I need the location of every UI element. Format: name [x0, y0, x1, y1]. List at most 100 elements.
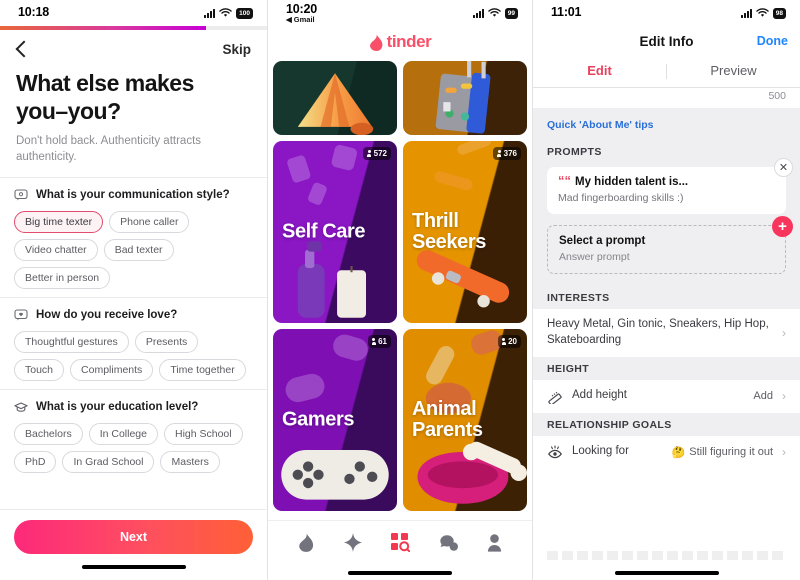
tab-edit[interactable]: Edit [533, 56, 666, 87]
section-header-prompts: PROMPTS [533, 140, 800, 163]
option-chip[interactable]: PhD [14, 451, 57, 474]
status-left-2: 10:20 ◀ Gmail [286, 1, 317, 24]
member-count-value: 61 [378, 337, 387, 346]
onboarding-header: What else makes you–you? Don't hold back… [0, 68, 267, 165]
explore-card[interactable]: Self Care 572 [273, 141, 397, 323]
status-right-2: 99 [472, 7, 518, 19]
tab-list [268, 530, 532, 560]
explore-card-label: Thrill Seekers [412, 210, 486, 253]
back-app-name: Gmail [293, 14, 315, 24]
chevron-right-icon: › [782, 445, 786, 460]
question-header: What is your education level? [14, 400, 253, 414]
wifi-icon [756, 8, 769, 17]
explore-card[interactable] [273, 61, 397, 135]
done-button[interactable]: Done [757, 34, 788, 48]
tab-chat-bubbles[interactable] [439, 534, 458, 557]
edit-info-nav: Edit Info Done [533, 26, 800, 56]
explore-card-member-count: 20 [497, 335, 521, 348]
plus-circle-icon[interactable]: + [772, 216, 793, 237]
signal-bars-icon [472, 8, 484, 18]
question-header: How do you receive love? [14, 308, 253, 322]
back-chevron-icon[interactable] [16, 40, 27, 58]
back-to-app-label[interactable]: ◀ Gmail [286, 14, 317, 24]
about-me-tips-link[interactable]: Quick 'About Me' tips [547, 119, 654, 131]
option-chip[interactable]: High School [163, 423, 243, 446]
skip-button[interactable]: Skip [222, 42, 251, 57]
option-chip[interactable]: Bad texter [103, 239, 174, 262]
image-tent-illustration [273, 61, 397, 135]
home-indicator [81, 565, 186, 569]
option-chip[interactable]: In Grad School [62, 451, 155, 474]
option-chip[interactable]: Touch [14, 359, 65, 382]
tips-row: Quick 'About Me' tips [533, 108, 800, 140]
next-button[interactable]: Next [14, 520, 253, 554]
interests-row[interactable]: Heavy Metal, Gin tonic, Sneakers, Hip Ho… [533, 309, 800, 358]
status-right-1: 100 [204, 7, 253, 19]
prompt-card-answered[interactable]: ✕ ““ My hidden talent is... Mad fingerbo… [547, 158, 793, 214]
progress-fill [0, 26, 206, 30]
page-title: What else makes you–you? [16, 70, 194, 124]
home-indicator [614, 571, 719, 575]
prompt-question-row: ““ My hidden talent is... [558, 174, 775, 188]
onboarding-footer: Next [0, 510, 267, 580]
speech-bubble-icon [14, 188, 28, 202]
option-chip[interactable]: Video chatter [14, 239, 98, 262]
prompt-card-empty[interactable]: + Select a prompt Answer prompt [547, 216, 793, 274]
option-chip-group: Bachelors In College High School PhD In Grad… [14, 423, 253, 474]
edit-info-footer [533, 545, 800, 580]
explore-card[interactable]: Thrill Seekers 376 [403, 141, 527, 323]
option-chip[interactable]: Masters [160, 451, 220, 474]
question-section: What is your education level? Bachelors In… [0, 389, 267, 481]
onboarding-screen: 10:18 100 Skip What else makes you–you? … [0, 0, 268, 580]
question-list: What is your communication style? Big tim… [0, 177, 267, 481]
tab-profile-person[interactable] [487, 533, 502, 557]
option-chip[interactable]: Better in person [14, 267, 111, 290]
option-chip[interactable]: Compliments [70, 359, 154, 382]
edit-preview-tabs: Edit Preview [533, 56, 800, 88]
bottom-tab-bar [268, 520, 532, 580]
option-chip[interactable]: Thoughtful gestures [14, 331, 129, 354]
ruler-icon [548, 391, 562, 405]
height-action[interactable]: Add [753, 390, 773, 402]
relationship-goals-row[interactable]: Looking for 🤔 Still figuring it out › [533, 436, 800, 470]
option-chip[interactable]: Bachelors [14, 423, 83, 446]
select-prompt-title: Select a prompt [559, 235, 646, 247]
explore-card[interactable] [403, 61, 527, 135]
wifi-icon [219, 8, 232, 17]
tab-flame[interactable] [298, 533, 315, 557]
member-count-value: 20 [508, 337, 517, 346]
option-chip[interactable]: Big time texter [14, 211, 104, 234]
tab-preview[interactable]: Preview [667, 56, 800, 87]
question-title: How do you receive love? [36, 309, 178, 322]
onboarding-nav: Skip [0, 30, 267, 68]
prompt-question: My hidden talent is... [575, 176, 689, 188]
question-title: What is your communication style? [36, 189, 230, 202]
tab-explore-grid-search[interactable] [390, 533, 411, 557]
option-chip[interactable]: Phone caller [109, 211, 190, 234]
signal-bars-icon [740, 8, 752, 18]
explore-card-label: Gamers [282, 408, 355, 431]
close-x-icon[interactable]: ✕ [774, 158, 793, 177]
height-row[interactable]: Add height Add › [533, 380, 800, 414]
person-icon [501, 338, 506, 345]
status-bar-3: 11:01 98 [533, 0, 800, 26]
member-count-value: 376 [503, 149, 517, 158]
status-time: 10:20 [286, 1, 317, 16]
section-header-interests: INTERESTS [533, 286, 800, 309]
option-chip-group: Thoughtful gestures Presents Touch Complime… [14, 331, 253, 382]
eye-icon [548, 445, 562, 459]
explore-grid-search-icon [390, 533, 411, 553]
height-label: Add height [572, 389, 627, 402]
option-chip[interactable]: Presents [134, 331, 199, 354]
explore-card[interactable]: Animal Parents 20 [403, 329, 527, 511]
relationship-value[interactable]: 🤔 Still figuring it out [672, 446, 773, 459]
option-chip[interactable]: In College [88, 423, 158, 446]
wifi-icon [488, 8, 501, 17]
profile-person-icon [487, 533, 501, 552]
image-suitcase-illustration [403, 61, 527, 135]
option-chip[interactable]: Time together [159, 359, 246, 382]
section-header-height: HEIGHT [533, 357, 800, 381]
explore-screen: 10:20 ◀ Gmail 99 tinder Self Care 572 Thri… [268, 0, 533, 580]
explore-card[interactable]: Gamers 61 [273, 329, 397, 511]
tab-spark-star[interactable] [344, 533, 363, 557]
